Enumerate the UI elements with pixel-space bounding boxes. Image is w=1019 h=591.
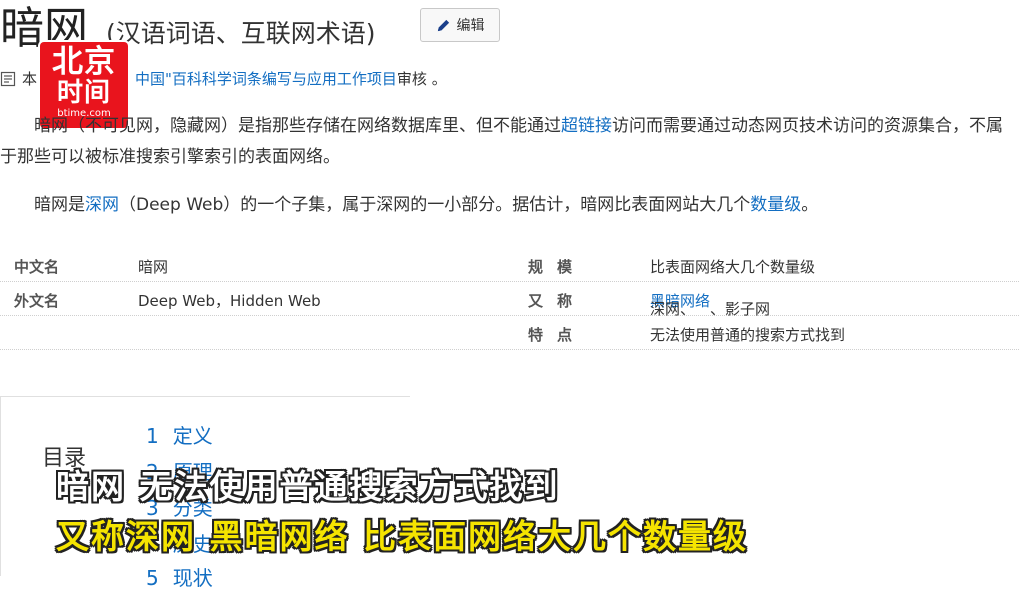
order-of-magnitude-link[interactable]: 数量级 bbox=[750, 195, 801, 215]
info-row: 特点 无法使用普通的搜索方式找到 bbox=[0, 316, 1019, 350]
toc-item-5[interactable]: 5 现状 bbox=[146, 562, 213, 591]
info-key: 外文名 bbox=[14, 292, 60, 310]
logo-line1: 北京 bbox=[52, 44, 116, 80]
toc-label: 定义 bbox=[172, 424, 213, 448]
paragraph1-text-a: 暗网（不可见网，隐藏网）是指那些存储在网络数据库里、但不能通过 bbox=[34, 116, 561, 136]
info-key: 特点 bbox=[528, 326, 587, 344]
info-value: 暗网 bbox=[138, 258, 169, 276]
info-table: 中文名 暗网 规模 比表面网络大几个数量级 外文名 Deep Web，Hidde… bbox=[0, 248, 1019, 350]
info-row: 中文名 暗网 规模 比表面网络大几个数量级 bbox=[0, 248, 1019, 282]
subset-paragraph: 暗网是深网（Deep Web）的一个子集，属于深网的一小部分。据估计，暗网比表面… bbox=[0, 190, 1019, 221]
toc-num: 1 bbox=[146, 424, 159, 448]
info-value: 比表面网络大几个数量级 bbox=[650, 258, 816, 276]
caption-line-2: 又称深网 黑暗网络 比表面网络大几个数量级 bbox=[56, 517, 748, 556]
info-key: 中文名 bbox=[14, 258, 60, 276]
toc-border bbox=[0, 396, 1, 576]
info-row: 外文名 Deep Web，Hidden Web 又称 深网、 黑暗网络 、影子网 bbox=[0, 282, 1019, 318]
toc-border bbox=[0, 396, 410, 397]
edit-button-label: 编辑 bbox=[456, 18, 485, 34]
info-key: 又称 bbox=[528, 292, 587, 310]
deep-web-link[interactable]: 深网 bbox=[85, 195, 119, 215]
hyperlink-link[interactable]: 超链接 bbox=[561, 116, 612, 136]
info-value: 无法使用普通的搜索方式找到 bbox=[650, 326, 846, 344]
edit-button[interactable]: 编辑 bbox=[420, 8, 500, 42]
paragraph2-text-c: 。 bbox=[801, 195, 819, 215]
info-value: Deep Web，Hidden Web bbox=[138, 292, 321, 310]
toc-num: 5 bbox=[146, 566, 159, 590]
logo-line2: 时间 bbox=[56, 78, 111, 108]
definition-paragraph: 暗网（不可见网，隐藏网）是指那些存储在网络数据库里、但不能通过超链接访问而需要通… bbox=[0, 111, 1019, 173]
document-icon bbox=[0, 71, 16, 86]
caption-line-1: 暗网 无法使用普通搜索方式找到 bbox=[56, 467, 560, 506]
paragraph2-text-a: 暗网是 bbox=[34, 195, 85, 215]
toc-item-1[interactable]: 1 定义 bbox=[146, 420, 213, 449]
paragraph2-text-b: （Deep Web）的一个子集，属于深网的一小部分。据估计，暗网比表面网站大几个 bbox=[119, 195, 751, 215]
review-suffix: 审核 。 bbox=[396, 70, 447, 88]
toc-label: 现状 bbox=[172, 566, 213, 590]
review-prefix: 本 bbox=[22, 70, 38, 88]
page-subtitle: (汉语词语、互联网术语) bbox=[106, 19, 376, 48]
review-project-link[interactable]: 中国"百科科学词条编写与应用工作项目 bbox=[135, 68, 397, 89]
pencil-icon bbox=[437, 19, 449, 31]
info-value: 深网、 黑暗网络 、影子网 bbox=[650, 290, 770, 318]
info-key: 规模 bbox=[528, 258, 587, 276]
